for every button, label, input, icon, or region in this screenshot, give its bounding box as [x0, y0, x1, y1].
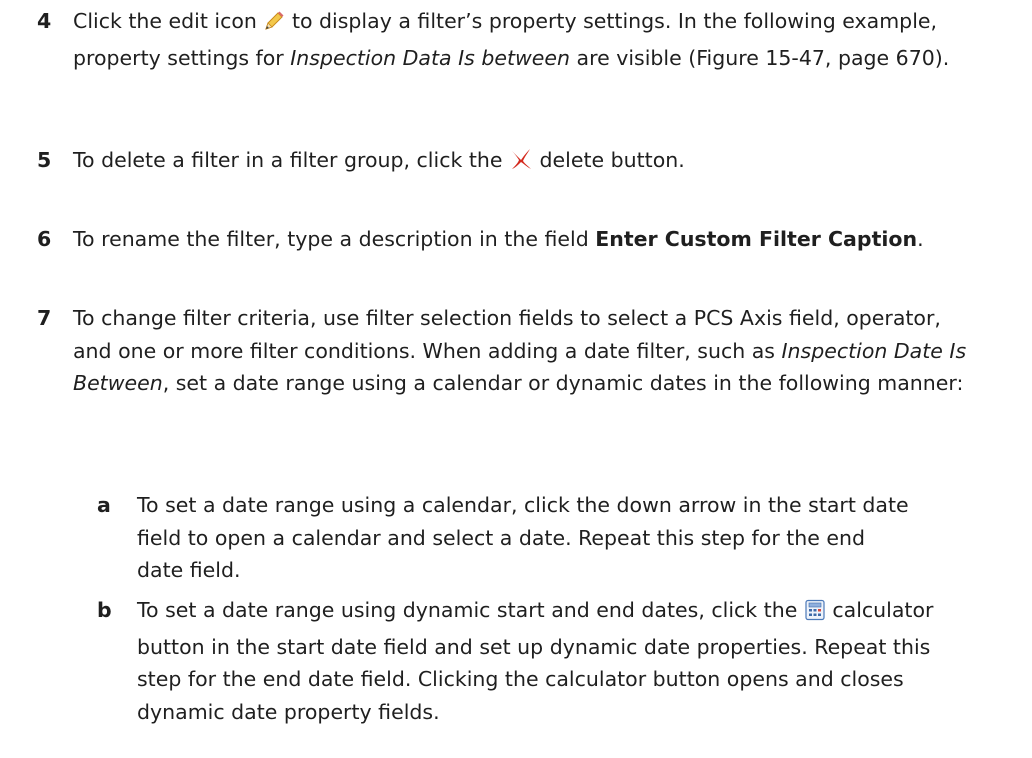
step-number: 4 — [37, 9, 52, 33]
substep-text: To set a date range using a calendar, cl… — [137, 493, 909, 582]
substep-text: To set a date range using dynamic start … — [137, 598, 934, 724]
step-text: Click the edit icon to display a filter’… — [73, 9, 950, 70]
step-text: To delete a filter in a filter group, cl… — [73, 144, 993, 181]
calculator-icon — [804, 598, 826, 631]
delete-x-icon — [509, 147, 533, 181]
step-number: 7 — [37, 306, 52, 330]
step-text: To change filter criteria, use filter se… — [73, 306, 967, 395]
pencil-icon — [263, 9, 285, 42]
step-text: To rename the filter, type a description… — [73, 227, 924, 251]
step-number: 5 — [37, 148, 52, 172]
substep-letter: b — [97, 598, 112, 622]
step-number: 6 — [37, 227, 52, 251]
substep-letter: a — [97, 493, 111, 517]
